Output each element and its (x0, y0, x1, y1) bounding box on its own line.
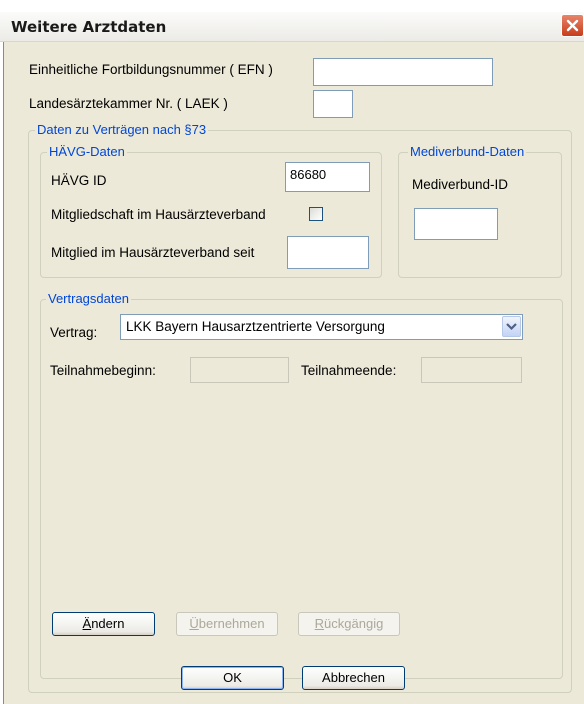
dialog-client-area: Einheitliche Fortbildungsnummer ( EFN ) … (3, 42, 584, 704)
vertragsdaten-group-title: Vertragsdaten (46, 291, 131, 306)
mitgliedschaft-checkbox[interactable] (309, 207, 323, 221)
chevron-down-icon (506, 323, 517, 331)
haevg-id-input[interactable]: 86680 (285, 162, 370, 192)
haevg-id-label: HÄVG ID (51, 173, 107, 188)
uebernehmen-button[interactable]: Übernehmen (176, 612, 278, 636)
efn-input[interactable] (313, 58, 493, 86)
abbrechen-button[interactable]: Abbrechen (302, 666, 405, 690)
vertrag-select[interactable]: LKK Bayern Hausarztzentrierte Versorgung (120, 314, 523, 340)
haevg-group-title: HÄVG-Daten (47, 144, 127, 159)
mediverbund-id-label: Mediverbund-ID (412, 177, 509, 192)
efn-label: Einheitliche Fortbildungsnummer ( EFN ) (29, 62, 273, 77)
rueckgaengig-button[interactable]: Rückgängig (298, 612, 400, 636)
mediverbund-group-title: Mediverbund-Daten (408, 144, 527, 159)
mitgliedschaft-label: Mitgliedschaft im Hausärzteverband (51, 207, 266, 222)
vertrag-label: Vertrag: (50, 325, 98, 340)
rueckgaengig-mnemonic: R (314, 616, 325, 631)
uebernehmen-mnemonic: Ü (189, 616, 199, 631)
rueckgaengig-label: ückgängig (324, 616, 384, 631)
teilnahmebeginn-label: Teilnahmebeginn: (50, 363, 156, 378)
close-button[interactable] (561, 14, 584, 37)
close-icon (566, 19, 579, 32)
laek-label: Landesärztekammer Nr. ( LAEK ) (29, 96, 228, 111)
laek-input[interactable] (313, 90, 353, 118)
ok-button[interactable]: OK (181, 666, 284, 690)
mediverbund-id-input[interactable] (414, 208, 498, 240)
vertrag-select-value: LKK Bayern Hausarztzentrierte Versorgung (126, 319, 385, 334)
mitglied-seit-label: Mitglied im Hausärzteverband seit (51, 245, 255, 260)
teilnahmeende-input[interactable] (421, 357, 522, 383)
aendern-button[interactable]: Ändern (52, 612, 155, 636)
vertrag-dropdown-button[interactable] (502, 316, 521, 337)
aendern-label: ndern (91, 616, 125, 631)
vertraege-group-title: Daten zu Verträgen nach §73 (35, 122, 209, 137)
teilnahmeende-label: Teilnahmeende: (301, 363, 397, 378)
uebernehmen-label: bernehmen (198, 616, 265, 631)
aendern-mnemonic: Ä (82, 616, 92, 631)
window-title: Weitere Arztdaten (11, 18, 167, 36)
teilnahmebeginn-input[interactable] (190, 357, 289, 383)
mitglied-seit-input[interactable] (287, 236, 369, 269)
title-bar: Weitere Arztdaten (0, 12, 584, 42)
